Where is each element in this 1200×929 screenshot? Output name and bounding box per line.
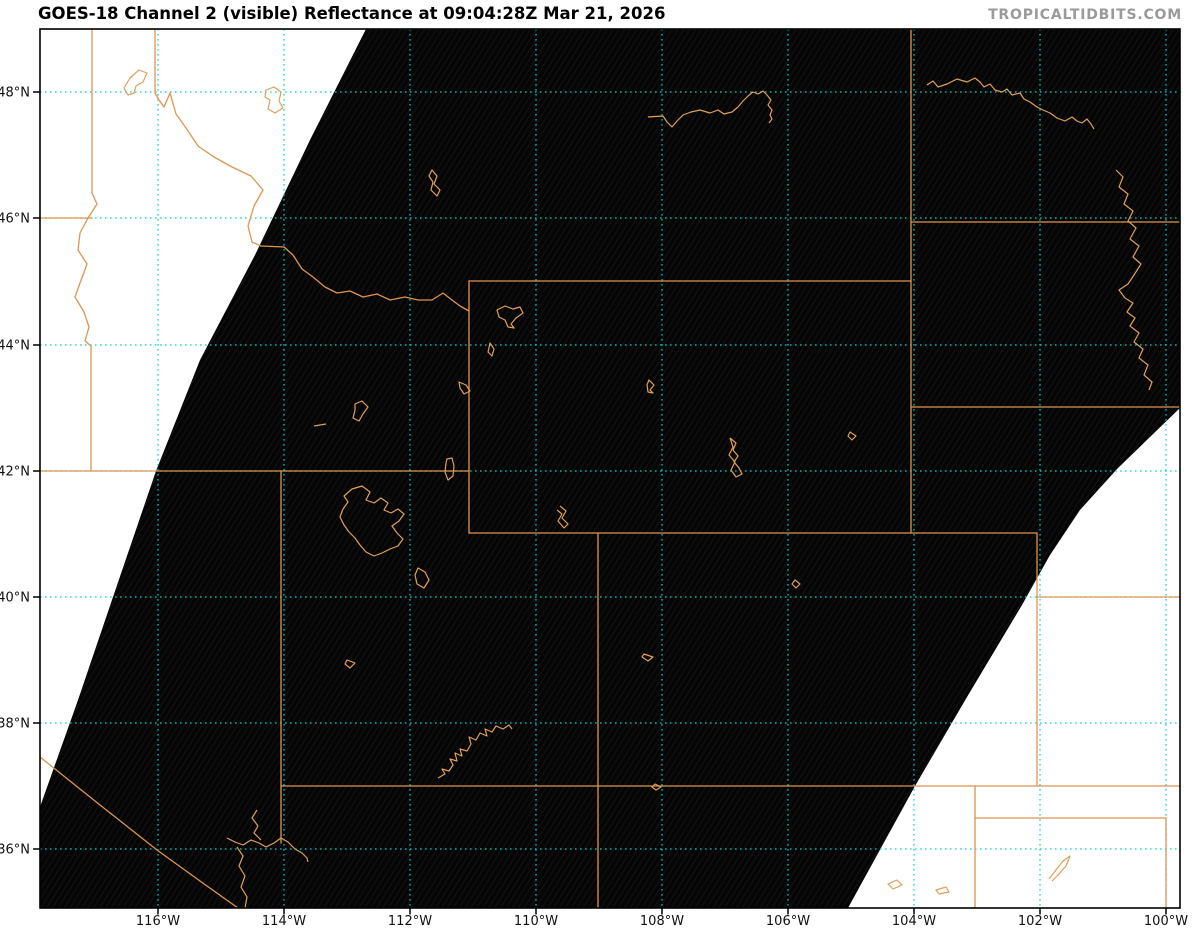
- watermark-tropicaltidbits: TROPICALTIDBITS.COM: [988, 7, 1182, 23]
- page-title: GOES-18 Channel 2 (visible) Reflectance …: [38, 4, 666, 23]
- lon-label-116°W: 116°W: [136, 914, 180, 929]
- lon-label-106°W: 106°W: [766, 914, 810, 929]
- lon-label-102°W: 102°W: [1018, 914, 1062, 929]
- lat-label-36°N: 36°N: [0, 843, 30, 858]
- lon-label-108°W: 108°W: [640, 914, 684, 929]
- lon-label-114°W: 114°W: [262, 914, 306, 929]
- lon-label-104°W: 104°W: [892, 914, 936, 929]
- satellite-map-svg: 48°N 46°N 44°N 42°N 40°N 38°N 36°N 116°W 114°W 11…: [0, 0, 1200, 929]
- lat-label-40°N: 40°N: [0, 591, 30, 606]
- lon-label-110°W: 110°W: [514, 914, 558, 929]
- lon-label-112°W: 112°W: [388, 914, 432, 929]
- lon-label-100°W: 100°W: [1144, 914, 1188, 929]
- lat-label-46°N: 46°N: [0, 212, 30, 227]
- lat-label-42°N: 42°N: [0, 465, 30, 480]
- lat-label-44°N: 44°N: [0, 339, 30, 354]
- lat-label-48°N: 48°N: [0, 86, 30, 101]
- satellite-image-page: GOES-18 Channel 2 (visible) Reflectance …: [0, 0, 1200, 929]
- lat-label-38°N: 38°N: [0, 717, 30, 732]
